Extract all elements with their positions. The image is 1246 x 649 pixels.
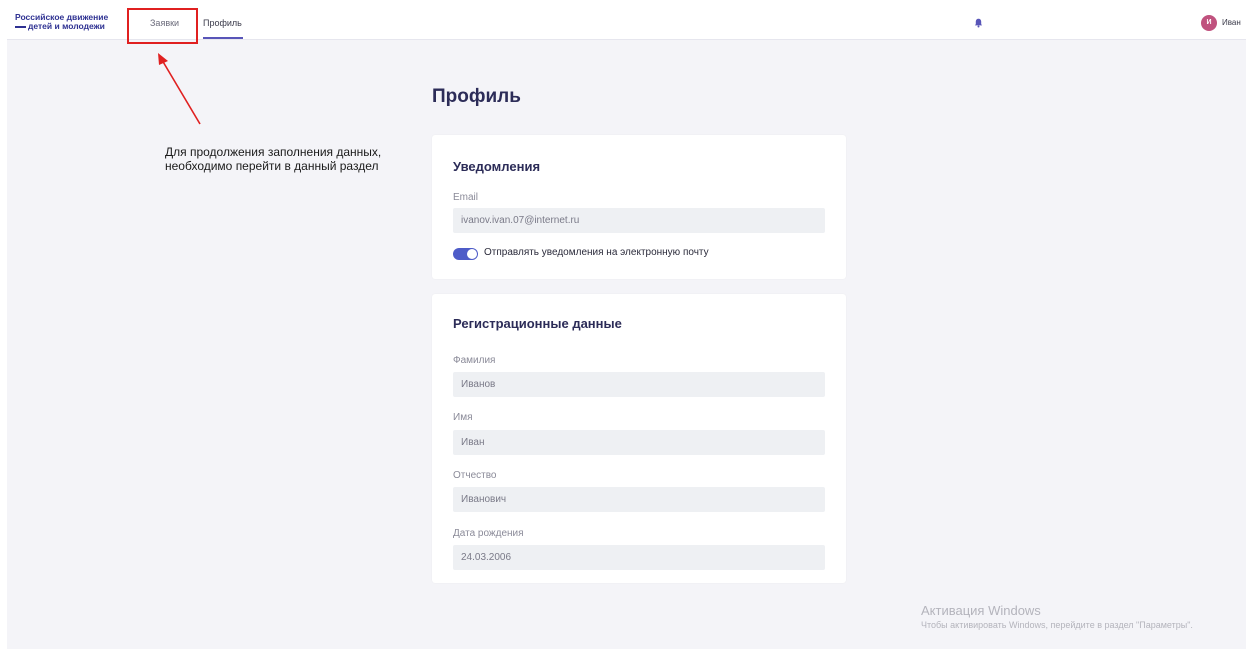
watermark-title: Активация Windows (921, 603, 1041, 618)
nav-tab-profile[interactable]: Профиль (203, 7, 243, 39)
first-name-field[interactable]: Иван (453, 430, 825, 455)
patronymic-label: Отчество (453, 470, 497, 481)
surname-field[interactable]: Иванов (453, 372, 825, 397)
page-title: Профиль (432, 86, 521, 107)
logo[interactable]: Российское движение детей и молодежи (15, 13, 125, 31)
birth-date-field[interactable]: 24.03.2006 (453, 545, 825, 570)
watermark-subtitle: Чтобы активировать Windows, перейдите в … (921, 620, 1193, 630)
first-name-label: Имя (453, 412, 473, 423)
surname-label: Фамилия (453, 355, 496, 366)
registration-heading: Регистрационные данные (453, 316, 622, 331)
bell-icon[interactable] (974, 18, 983, 28)
notifications-card: Уведомления Email ivanov.ivan.07@interne… (432, 135, 846, 279)
avatar[interactable]: И (1201, 15, 1217, 31)
email-notifications-toggle[interactable] (453, 248, 478, 260)
email-field[interactable]: ivanov.ivan.07@internet.ru (453, 208, 825, 233)
annotation-arrow-icon (158, 53, 201, 125)
notifications-heading: Уведомления (453, 159, 541, 174)
windows-activation-watermark: Активация Windows Чтобы активировать Win… (921, 603, 1193, 630)
birth-date-label: Дата рождения (453, 528, 524, 539)
patronymic-field[interactable]: Иванович (453, 487, 825, 512)
user-name[interactable]: Иван (1222, 18, 1241, 27)
annotation-text: Для продолжения заполнения данных, необх… (165, 145, 382, 173)
email-label: Email (453, 192, 479, 203)
registration-card: Регистрационные данные Фамилия Иванов Им… (432, 294, 846, 583)
email-notifications-label: Отправлять уведомления на электронную по… (484, 247, 709, 258)
logo-line2: детей и молодежи (15, 22, 125, 31)
annotation-highlight-box (127, 8, 198, 44)
